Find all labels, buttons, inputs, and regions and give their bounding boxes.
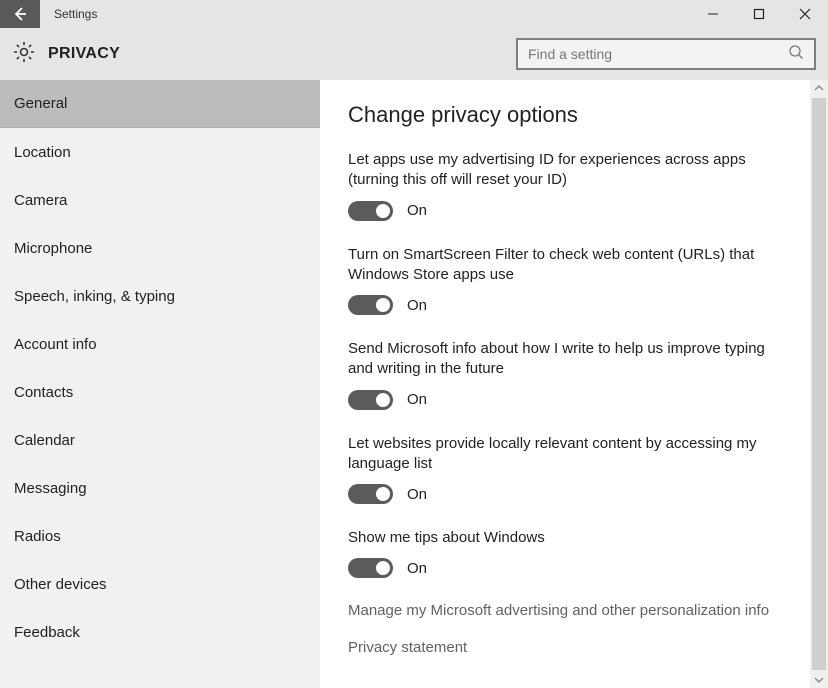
sidebar-item-label: Radios bbox=[14, 528, 61, 545]
minimize-icon bbox=[707, 8, 719, 20]
setting-desc: Turn on SmartScreen Filter to check web … bbox=[348, 245, 782, 286]
sidebar-item-label: Microphone bbox=[14, 240, 92, 257]
main: General Location Camera Microphone Speec… bbox=[0, 80, 828, 688]
toggle-switch[interactable] bbox=[348, 558, 393, 578]
sidebar-item-label: Location bbox=[14, 144, 71, 161]
sidebar-item-label: Account info bbox=[14, 336, 97, 353]
back-button[interactable] bbox=[0, 0, 40, 28]
sidebar-item-radios[interactable]: Radios bbox=[0, 512, 320, 560]
toggle-label: On bbox=[407, 297, 427, 314]
sidebar-item-label: Messaging bbox=[14, 480, 87, 497]
toggle-row: On bbox=[348, 390, 782, 410]
window-title: Settings bbox=[40, 7, 97, 21]
close-icon bbox=[799, 8, 811, 20]
maximize-button[interactable] bbox=[736, 0, 782, 28]
link-privacy-statement[interactable]: Privacy statement bbox=[348, 639, 782, 656]
toggle-switch[interactable] bbox=[348, 295, 393, 315]
content-area: Change privacy options Let apps use my a… bbox=[320, 80, 828, 688]
toggle-label: On bbox=[407, 202, 427, 219]
sidebar-item-location[interactable]: Location bbox=[0, 128, 320, 176]
toggle-row: On bbox=[348, 201, 782, 221]
scrollbar[interactable] bbox=[810, 80, 828, 688]
link-manage-advertising[interactable]: Manage my Microsoft advertising and othe… bbox=[348, 602, 782, 619]
toggle-row: On bbox=[348, 558, 782, 578]
toggle-row: On bbox=[348, 295, 782, 315]
toggle-label: On bbox=[407, 486, 427, 503]
setting-desc: Show me tips about Windows bbox=[348, 528, 782, 548]
setting-smartscreen: Turn on SmartScreen Filter to check web … bbox=[348, 245, 782, 316]
setting-windows-tips: Show me tips about Windows On bbox=[348, 528, 782, 578]
toggle-switch[interactable] bbox=[348, 201, 393, 221]
sidebar-item-label: Contacts bbox=[14, 384, 73, 401]
sidebar: General Location Camera Microphone Speec… bbox=[0, 80, 320, 688]
maximize-icon bbox=[753, 8, 765, 20]
sidebar-item-general[interactable]: General bbox=[0, 80, 320, 128]
sidebar-item-feedback[interactable]: Feedback bbox=[0, 608, 320, 656]
toggle-row: On bbox=[348, 484, 782, 504]
sidebar-item-speech[interactable]: Speech, inking, & typing bbox=[0, 272, 320, 320]
setting-typing-info: Send Microsoft info about how I write to… bbox=[348, 339, 782, 410]
search-box[interactable] bbox=[516, 38, 816, 70]
sidebar-item-contacts[interactable]: Contacts bbox=[0, 368, 320, 416]
scroll-up-icon[interactable] bbox=[812, 80, 826, 96]
setting-language-list: Let websites provide locally relevant co… bbox=[348, 434, 782, 505]
window-controls bbox=[690, 0, 828, 28]
sidebar-item-messaging[interactable]: Messaging bbox=[0, 464, 320, 512]
search-icon bbox=[788, 44, 804, 65]
titlebar: Settings bbox=[0, 0, 828, 28]
setting-advertising-id: Let apps use my advertising ID for exper… bbox=[348, 150, 782, 221]
setting-desc: Let websites provide locally relevant co… bbox=[348, 434, 782, 475]
sidebar-item-microphone[interactable]: Microphone bbox=[0, 224, 320, 272]
gear-icon bbox=[12, 40, 36, 69]
scroll-down-icon[interactable] bbox=[812, 672, 826, 688]
content: Change privacy options Let apps use my a… bbox=[320, 80, 810, 688]
toggle-switch[interactable] bbox=[348, 484, 393, 504]
sidebar-item-label: General bbox=[14, 95, 67, 112]
sidebar-item-account-info[interactable]: Account info bbox=[0, 320, 320, 368]
setting-desc: Let apps use my advertising ID for exper… bbox=[348, 150, 782, 191]
sidebar-item-label: Speech, inking, & typing bbox=[14, 288, 175, 305]
close-button[interactable] bbox=[782, 0, 828, 28]
toggle-label: On bbox=[407, 560, 427, 577]
sidebar-item-calendar[interactable]: Calendar bbox=[0, 416, 320, 464]
sidebar-item-camera[interactable]: Camera bbox=[0, 176, 320, 224]
toggle-label: On bbox=[407, 391, 427, 408]
sidebar-item-label: Other devices bbox=[14, 576, 107, 593]
sidebar-item-label: Camera bbox=[14, 192, 67, 209]
page-title: Change privacy options bbox=[348, 102, 782, 128]
header-row: PRIVACY bbox=[0, 28, 828, 80]
sidebar-item-label: Calendar bbox=[14, 432, 75, 449]
search-input[interactable] bbox=[528, 46, 788, 62]
sidebar-item-label: Feedback bbox=[14, 624, 80, 641]
sidebar-item-other-devices[interactable]: Other devices bbox=[0, 560, 320, 608]
arrow-left-icon bbox=[11, 5, 29, 23]
toggle-switch[interactable] bbox=[348, 390, 393, 410]
scroll-thumb[interactable] bbox=[812, 98, 826, 670]
section-label: PRIVACY bbox=[48, 45, 120, 63]
minimize-button[interactable] bbox=[690, 0, 736, 28]
setting-desc: Send Microsoft info about how I write to… bbox=[348, 339, 782, 380]
